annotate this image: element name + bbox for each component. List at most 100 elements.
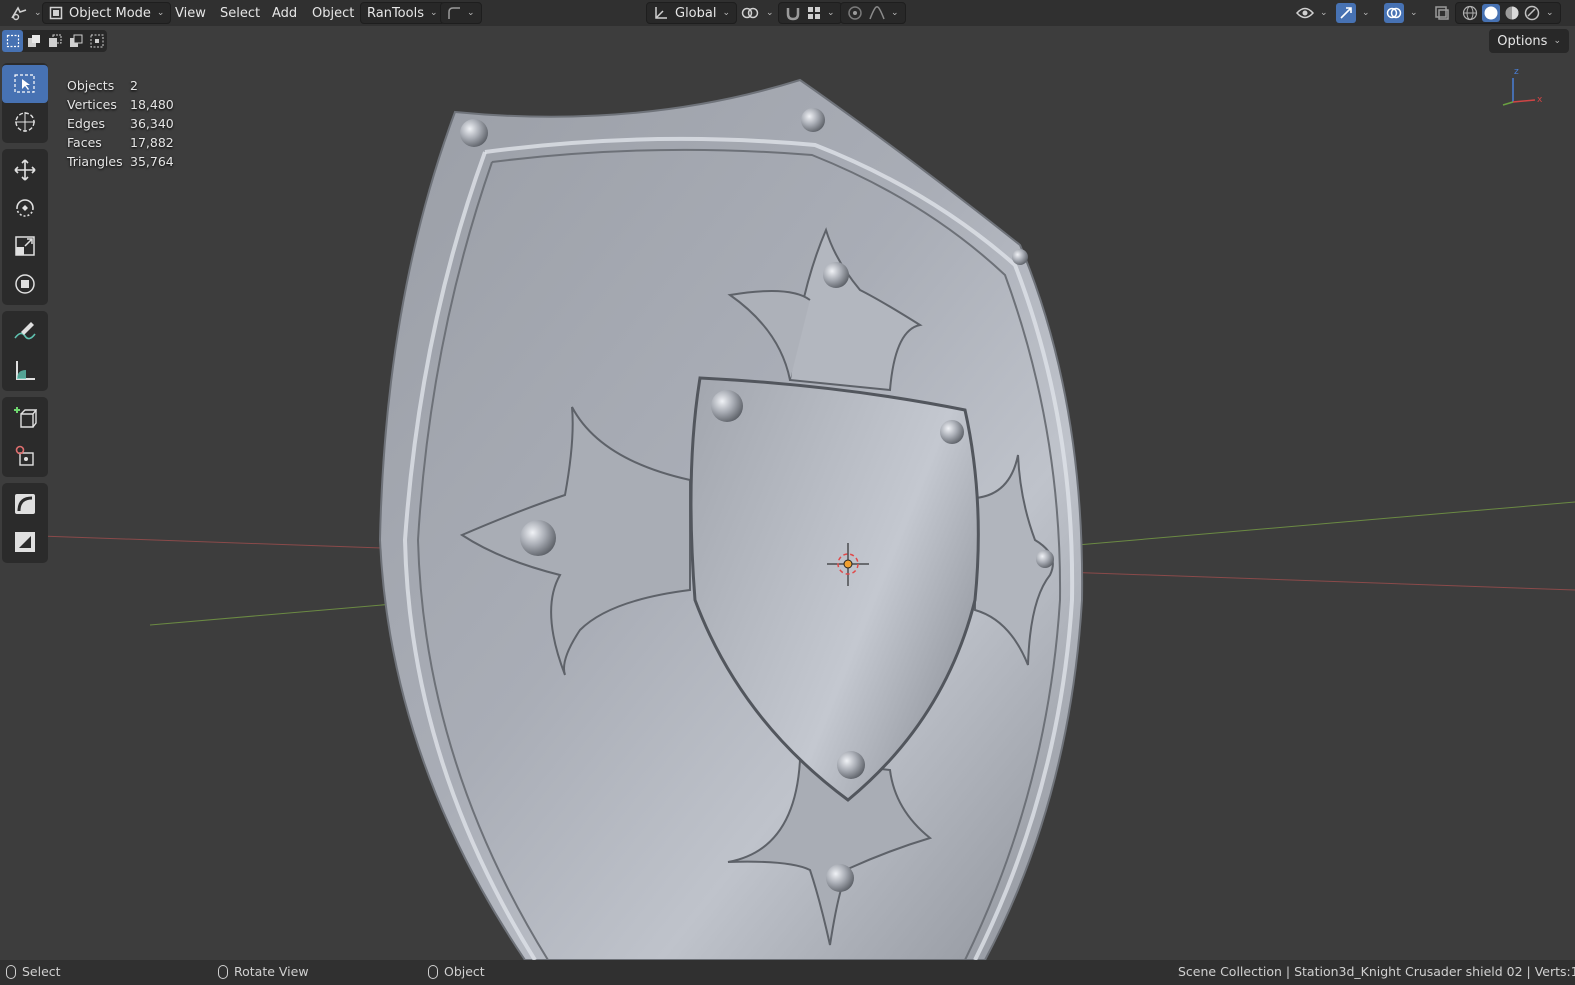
move-icon: [13, 158, 37, 182]
chevron-down-icon: ⌄: [766, 8, 774, 18]
status-bar: Select Rotate View Object Scene Collecti…: [0, 960, 1575, 985]
status-right-label: Object: [444, 964, 485, 979]
stat-value: 35,764: [130, 154, 174, 169]
transform-tool[interactable]: [2, 265, 48, 303]
stat-row: Faces 17,882: [67, 133, 174, 152]
status-left-mouse: Select: [6, 964, 61, 979]
chevron-down-icon: ⌄: [891, 8, 899, 18]
gizmo-x-label: x: [1537, 95, 1543, 105]
mouse-left-icon: [6, 964, 16, 979]
overlays-icon: [1384, 3, 1404, 23]
gizmo-icon: [1336, 3, 1356, 23]
rotate-tool[interactable]: [2, 189, 48, 227]
add-cube-tool[interactable]: [2, 399, 48, 437]
curve-icon: [447, 6, 461, 20]
annotate-tool[interactable]: [2, 313, 48, 351]
select-extend-icon[interactable]: [23, 30, 44, 52]
cursor-tool[interactable]: [2, 103, 48, 141]
proportional-icon: [847, 5, 863, 21]
solid-shading-icon[interactable]: [1482, 4, 1500, 22]
viewport-header: ⌄ Object Mode ⌄ View Select Add Object R…: [0, 0, 1575, 26]
stat-value: 18,480: [130, 97, 174, 112]
stat-row: Vertices 18,480: [67, 95, 174, 114]
bend-icon: [13, 492, 37, 516]
tool-shelf: [2, 63, 48, 569]
stat-label: Vertices: [67, 97, 117, 112]
rendered-shading-icon[interactable]: [1524, 5, 1540, 21]
visibility-dropdown[interactable]: ⌄: [1290, 2, 1334, 24]
shading-modes[interactable]: ⌄: [1455, 2, 1561, 24]
select-box-tool[interactable]: [2, 65, 48, 103]
rantools-label: RanTools: [367, 5, 424, 21]
menu-select[interactable]: Select: [214, 2, 266, 24]
stat-value: 36,340: [130, 116, 174, 131]
menu-view[interactable]: View: [169, 2, 212, 24]
mouse-right-icon: [428, 964, 438, 979]
curve-tool-dropdown[interactable]: ⌄: [440, 2, 482, 24]
annotate-icon: [13, 320, 37, 344]
gizmo-z-label: z: [1514, 67, 1519, 77]
select-new-icon[interactable]: [2, 30, 23, 52]
snap-tool[interactable]: [2, 437, 48, 475]
select-subtract-icon[interactable]: [44, 30, 65, 52]
object-mode-icon: [49, 6, 63, 20]
stat-row: Objects 2: [67, 76, 174, 95]
stat-label: Objects: [67, 78, 115, 93]
mode-label: Object Mode: [69, 5, 151, 21]
stat-value: 2: [130, 78, 138, 93]
magnet-icon: [785, 5, 801, 21]
xray-toggle[interactable]: [1428, 2, 1456, 24]
status-middle-mouse: Rotate View: [218, 964, 309, 979]
select-difference-icon[interactable]: [65, 30, 86, 52]
overlays-toggle[interactable]: ⌄: [1378, 2, 1424, 24]
rotate-icon: [13, 196, 37, 220]
status-right-mouse: Object: [428, 964, 485, 979]
stat-label: Triangles: [67, 154, 123, 169]
chevron-down-icon: ⌄: [1553, 36, 1561, 46]
wireframe-shading-icon[interactable]: [1462, 5, 1478, 21]
rantools-menu[interactable]: RanTools ⌄: [360, 2, 445, 24]
mode-selector[interactable]: Object Mode ⌄: [42, 2, 172, 24]
chevron-down-icon: ⌄: [1362, 8, 1370, 18]
move-tool[interactable]: [2, 151, 48, 189]
editor-type-icon: [10, 5, 28, 21]
transform-orientation[interactable]: Global ⌄: [646, 2, 738, 24]
pivot-point-button[interactable]: ⌄: [734, 2, 780, 24]
menu-object[interactable]: Object: [306, 2, 360, 24]
bend-tool[interactable]: [2, 485, 48, 523]
snap-tool-icon: [13, 444, 37, 468]
select-intersect-icon[interactable]: [86, 30, 107, 52]
shear-tool[interactable]: [2, 523, 48, 561]
chevron-down-icon: ⌄: [1546, 8, 1554, 18]
link-icon: [740, 5, 760, 21]
options-label: Options: [1497, 33, 1548, 49]
tool-settings-bar: Options ⌄: [0, 27, 1575, 54]
editor-type-button[interactable]: ⌄: [4, 2, 48, 24]
snapping-toggle[interactable]: ⌄: [778, 2, 842, 24]
menu-add[interactable]: Add: [266, 2, 303, 24]
orientation-icon: [653, 5, 669, 21]
ruler-icon: [13, 358, 37, 382]
mouse-middle-icon: [218, 964, 228, 979]
chevron-down-icon: ⌄: [1410, 8, 1418, 18]
stat-row: Edges 36,340: [67, 114, 174, 133]
scene-statistics: Objects 2 Vertices 18,480 Edges 36,340 Face…: [67, 76, 174, 171]
options-dropdown[interactable]: Options ⌄: [1489, 29, 1569, 53]
status-middle-label: Rotate View: [234, 964, 309, 979]
material-shading-icon[interactable]: [1504, 5, 1520, 21]
stat-row: Triangles 35,764: [67, 152, 174, 171]
eye-icon: [1296, 6, 1314, 20]
axis-gizmo-icon[interactable]: z x: [1502, 67, 1543, 106]
gizmo-toggle[interactable]: ⌄: [1330, 2, 1376, 24]
select-box-icon: [13, 72, 37, 96]
proportional-editing[interactable]: ⌄: [840, 2, 906, 24]
status-left-label: Select: [22, 964, 61, 979]
shield-model[interactable]: [378, 78, 1084, 962]
selection-mode-group[interactable]: [2, 30, 107, 52]
chevron-down-icon: ⌄: [34, 8, 42, 18]
viewport-3d[interactable]: z x: [0, 0, 1575, 985]
measure-tool[interactable]: [2, 351, 48, 389]
chevron-down-icon: ⌄: [156, 8, 165, 18]
scale-tool[interactable]: [2, 227, 48, 265]
chevron-down-icon: ⌄: [429, 8, 438, 18]
